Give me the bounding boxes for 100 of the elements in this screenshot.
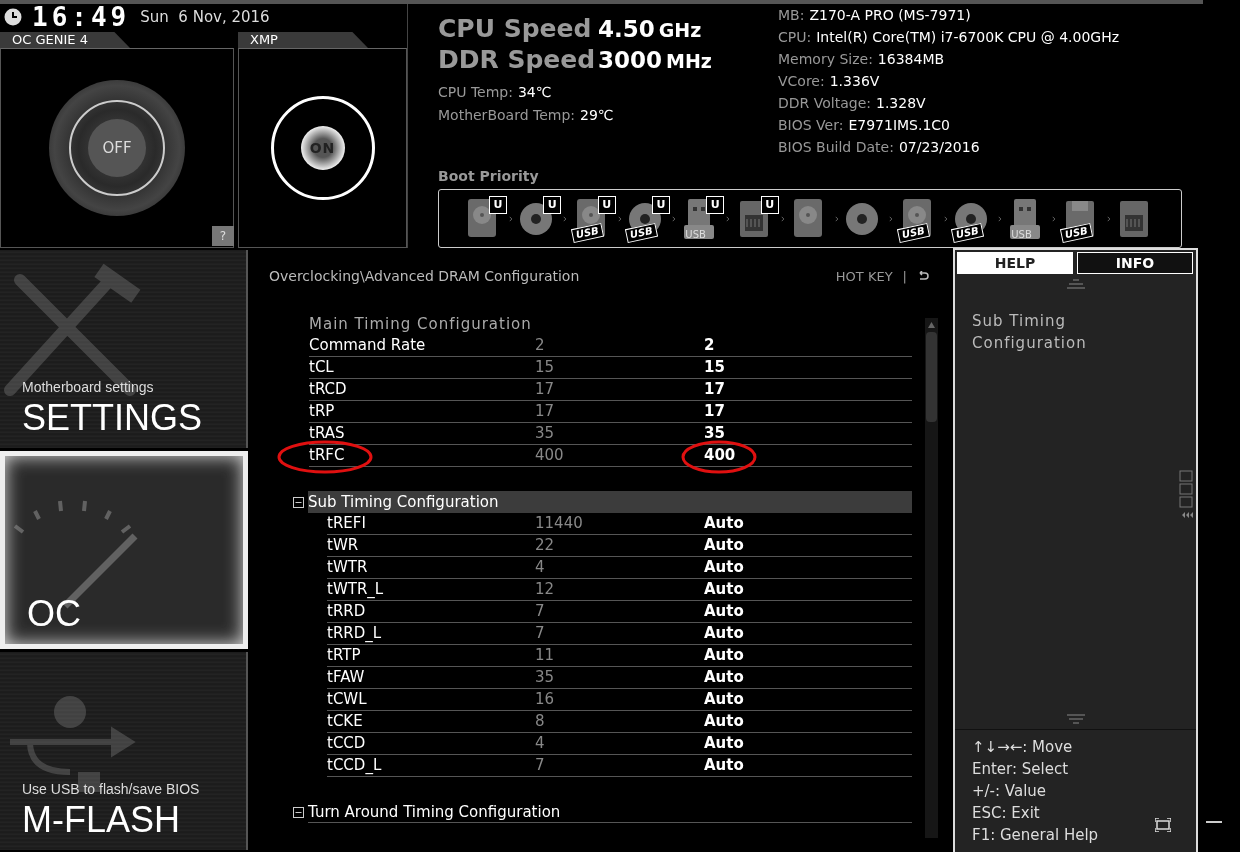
default-value: 11 [535, 645, 556, 667]
info-label: BIOS Build Date: [778, 138, 894, 157]
setting-value[interactable]: Auto [704, 512, 744, 535]
fullscreen-icon[interactable] [1155, 818, 1171, 832]
default-value: 17 [535, 401, 556, 423]
setting-value[interactable]: 17 [704, 400, 725, 423]
setting-value[interactable]: Auto [704, 622, 744, 645]
default-value: 35 [535, 667, 556, 689]
sidebar-tile[interactable]: OC [0, 451, 248, 649]
temp-value: 29℃ [580, 106, 614, 125]
default-value: 7 [535, 755, 546, 777]
setting-value[interactable]: 17 [704, 378, 725, 401]
panel-tab[interactable]: HELP [957, 252, 1073, 274]
default-value: 400 [535, 445, 565, 467]
setting-name: tRP [309, 401, 336, 423]
setting-name: tRRD [327, 601, 367, 623]
back-icon[interactable] [917, 270, 929, 283]
usb-label: USB [1011, 229, 1032, 240]
info-value: 1.328V [875, 94, 926, 113]
toggle-label: XMP [238, 32, 368, 48]
uefi-badge: U [489, 195, 507, 214]
setting-value[interactable]: Auto [704, 600, 744, 623]
info-label: MB: [778, 6, 805, 25]
tile-title: SETTINGS [22, 398, 204, 438]
chevron-icon [780, 214, 785, 223]
usb-stick-icon[interactable] [1008, 196, 1043, 241]
temp-value: 34℃ [517, 83, 552, 102]
setting-name: tCCD [327, 733, 367, 755]
sidebar-tile[interactable]: Motherboard settings SETTINGS [0, 250, 248, 448]
collapse-icon[interactable] [293, 496, 304, 508]
speed-value: 4.50 [598, 15, 655, 44]
section-title: Boot Priority [438, 167, 540, 186]
setting-value[interactable]: Auto [704, 556, 744, 579]
key-hint: ESC: Exit [972, 803, 1040, 824]
default-value: 8 [535, 711, 546, 733]
group-header[interactable]: Sub Timing Configuration [308, 491, 912, 513]
clock-time: 16:49 [32, 4, 131, 30]
hotkey-link[interactable]: HOT KEY [835, 266, 893, 287]
chevron-icon [834, 214, 840, 223]
setting-value[interactable]: 35 [704, 422, 725, 445]
chevron-icon [943, 214, 948, 223]
tile-title: M-FLASH [22, 800, 181, 840]
setting-value[interactable]: Auto [704, 644, 744, 667]
setting-value[interactable]: 2 [704, 334, 715, 357]
setting-name: tCL [309, 357, 335, 379]
uefi-badge: U [706, 195, 725, 214]
group-header[interactable]: Turn Around Timing Configuration [308, 801, 912, 823]
chevron-icon [726, 214, 731, 223]
speed-label: CPU Speed [438, 13, 593, 45]
chevron-icon [1106, 214, 1111, 223]
default-value: 12 [535, 579, 556, 601]
default-value: 7 [535, 623, 546, 645]
default-value: 15 [535, 357, 556, 379]
minimize-icon[interactable] [1206, 820, 1222, 824]
scrollbar-thumb[interactable] [926, 332, 937, 422]
sidebar-tile[interactable]: Use USB to flash/save BIOS M-FLASH [0, 652, 248, 850]
setting-value[interactable]: Auto [704, 688, 744, 711]
chevron-icon [509, 214, 514, 223]
setting-value[interactable]: Auto [704, 578, 744, 601]
date-text: Sun 6 Nov, 2016 [140, 6, 270, 28]
setting-name: tRTP [327, 645, 362, 667]
setting-name: tRRD_L [327, 623, 383, 645]
setting-value[interactable]: 15 [704, 356, 725, 379]
info-label: DDR Voltage: [778, 94, 871, 113]
setting-name: tCKE [327, 711, 364, 733]
setting-value[interactable]: Auto [704, 732, 744, 755]
tile-subtitle: Motherboard settings [22, 378, 155, 397]
temp-label: CPU Temp: [438, 83, 513, 102]
grip-icon[interactable] [1179, 470, 1193, 520]
setting-value[interactable]: Auto [704, 754, 744, 777]
default-value: 7 [535, 601, 546, 623]
uefi-badge: U [543, 195, 562, 214]
toggle-label: OC GENIE 4 [0, 32, 130, 48]
chevron-icon [1052, 214, 1057, 223]
temp-label: MotherBoard Temp: [438, 106, 575, 125]
default-value: 35 [535, 423, 556, 445]
panel-tab[interactable]: INFO [1077, 252, 1193, 274]
info-value: E7971IMS.1C0 [848, 116, 951, 135]
default-value: 4 [535, 557, 546, 579]
speed-unit: GHz [658, 18, 702, 43]
info-label: BIOS Ver: [778, 116, 844, 135]
setting-value[interactable]: Auto [704, 534, 744, 557]
setting-value[interactable]: Auto [704, 710, 744, 733]
default-value: 4 [535, 733, 546, 755]
chevron-icon [672, 214, 677, 223]
setting-name: tWTR [327, 557, 369, 579]
separator-text: | [902, 267, 907, 286]
toggle-button[interactable]: OFF [49, 80, 185, 216]
setting-name: tRAS [309, 423, 346, 445]
setting-name: tRCD [309, 379, 348, 401]
setting-name: tWR [327, 535, 360, 557]
key-hint: Enter: Select [972, 759, 1069, 780]
uefi-badge: U [597, 195, 616, 214]
chevron-icon [563, 214, 568, 223]
default-value: 22 [535, 535, 556, 557]
setting-value[interactable]: Auto [704, 666, 744, 689]
collapse-icon[interactable] [293, 806, 304, 818]
scrollbar[interactable] [925, 318, 938, 838]
tile-subtitle: Use USB to flash/save BIOS [22, 780, 201, 799]
scroll-up-arrow-icon[interactable] [928, 322, 935, 328]
